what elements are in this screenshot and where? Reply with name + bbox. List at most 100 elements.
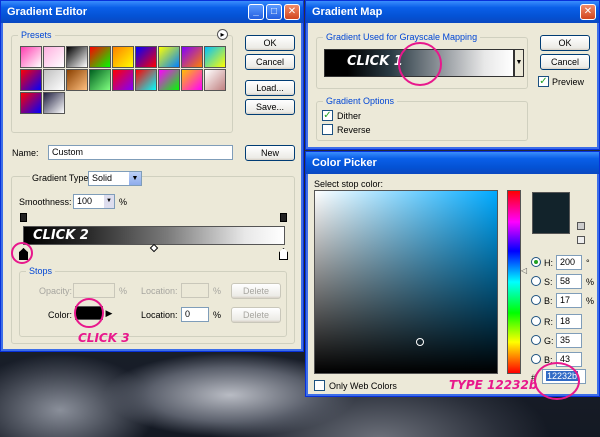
preset-swatch[interactable] (135, 69, 157, 91)
minimize-icon[interactable]: _ (248, 4, 264, 20)
preset-swatch[interactable] (66, 46, 88, 68)
web-safe-cube-icon[interactable] (577, 236, 585, 244)
smoothness-label: Smoothness: (19, 197, 72, 207)
only-web-colors-checkbox[interactable] (314, 380, 325, 391)
opacity-delete-button[interactable]: Delete (231, 283, 281, 299)
preset-swatch[interactable] (112, 69, 134, 91)
name-input[interactable]: Custom (48, 145, 233, 160)
smoothness-input[interactable]: 100 ▼ (73, 194, 115, 209)
preset-swatch[interactable] (112, 46, 134, 68)
color-field-input[interactable]: 35 (556, 333, 582, 348)
ok-button[interactable]: OK (540, 35, 590, 51)
preset-swatch[interactable] (204, 69, 226, 91)
preset-swatch[interactable] (89, 46, 111, 68)
color-delete-button[interactable]: Delete (231, 307, 281, 323)
color-field-input[interactable]: 17 (556, 293, 582, 308)
ok-button[interactable]: OK (245, 35, 295, 51)
save-button[interactable]: Save... (245, 99, 295, 115)
preset-swatch[interactable] (66, 69, 88, 91)
color-location-unit: % (213, 310, 222, 320)
grayscale-mapping-label: Gradient Used for Grayscale Mapping (323, 32, 481, 42)
gradient-editor-titlebar[interactable]: Gradient Editor _ □ ✕ (1, 1, 303, 23)
preset-swatch[interactable] (20, 69, 42, 91)
color-mode-radio[interactable] (531, 354, 541, 364)
opacity-stop-right-icon[interactable] (280, 213, 287, 222)
maximize-icon[interactable]: □ (266, 4, 282, 20)
color-picker-window: Color Picker Select stop color: ◁ H: 200 °… (305, 151, 600, 397)
preset-swatch[interactable] (158, 46, 180, 68)
current-color-preview (532, 192, 570, 234)
click-3-ring (74, 298, 104, 328)
opacity-input[interactable] (73, 283, 115, 298)
preset-swatch[interactable] (89, 69, 111, 91)
gradient-type-select[interactable]: Solid ▼ (88, 171, 142, 186)
color-field-input[interactable]: 58 (556, 274, 582, 289)
hue-slider[interactable] (507, 190, 521, 374)
preset-swatch[interactable] (181, 69, 203, 91)
gradient-map-titlebar[interactable]: Gradient Map ✕ (306, 1, 599, 23)
close-icon[interactable]: ✕ (580, 4, 596, 20)
gradient-dropdown-arrow-icon[interactable]: ▼ (514, 49, 524, 77)
color-mode-radio[interactable] (531, 335, 541, 345)
color-picker-titlebar[interactable]: Color Picker (306, 152, 599, 174)
gamut-warning-icon[interactable] (577, 222, 585, 230)
color-field-label: H: (544, 258, 553, 268)
presets-group: Presets ▸ (11, 29, 233, 133)
dither-checkbox[interactable]: ✓ (322, 110, 333, 121)
color-label: Color: (48, 310, 73, 320)
smoothness-value: 100 (77, 196, 93, 206)
new-button[interactable]: New (245, 145, 295, 161)
opacity-stop-left-icon[interactable] (20, 213, 27, 222)
stops-label: Stops (26, 266, 56, 276)
color-mode-radio[interactable] (531, 295, 541, 305)
preview-checkbox[interactable]: ✓ (538, 76, 549, 87)
click-2-ring (11, 242, 33, 264)
smoothness-unit: % (119, 197, 128, 207)
color-mode-radio[interactable] (531, 316, 541, 326)
color-field-input[interactable]: 18 (556, 314, 582, 329)
preset-swatch[interactable] (204, 46, 226, 68)
gradient-map-window: Gradient Map ✕ Gradient Used for Graysca… (305, 0, 600, 150)
reverse-checkbox[interactable] (322, 124, 333, 135)
click-3-annotation: CLICK 3 (78, 331, 130, 345)
color-field-label: S: (544, 277, 553, 287)
load-button[interactable]: Load... (245, 80, 295, 96)
type-hex-ring (534, 362, 580, 400)
color-mode-radio[interactable] (531, 276, 541, 286)
presets-menu-icon[interactable]: ▸ (217, 29, 228, 40)
gradient-type-value: Solid (92, 173, 113, 183)
color-field[interactable] (314, 190, 498, 374)
preset-swatch[interactable] (43, 92, 65, 114)
window-title: Gradient Editor (7, 6, 88, 18)
preset-swatch[interactable] (181, 46, 203, 68)
preset-swatch[interactable] (20, 46, 42, 68)
opacity-location-unit: % (213, 286, 222, 296)
preset-swatch-grid (20, 46, 226, 114)
click-1-ring (398, 42, 442, 86)
color-location-input[interactable]: 0 (181, 307, 209, 322)
close-icon[interactable]: ✕ (284, 4, 300, 20)
click-1-annotation: CLICK 1 (347, 54, 403, 69)
color-field-label: R: (544, 317, 553, 327)
window-title: Color Picker (312, 157, 377, 169)
opacity-location-label: Location: (141, 286, 178, 296)
color-field-unit: ° (586, 258, 590, 268)
preset-swatch[interactable] (20, 92, 42, 114)
hue-slider-arrow-icon[interactable]: ◁ (521, 266, 527, 275)
color-menu-arrow-icon[interactable]: ▶ (104, 306, 114, 320)
gradient-options-label: Gradient Options (323, 96, 398, 106)
color-field-label: G: (544, 336, 554, 346)
opacity-location-input[interactable] (181, 283, 209, 298)
color-field-input[interactable]: 200 (556, 255, 582, 270)
gradient-options-group: Gradient Options (316, 96, 528, 141)
preset-swatch[interactable] (43, 69, 65, 91)
color-mode-radio[interactable] (531, 257, 541, 267)
chevron-down-icon: ▼ (129, 172, 141, 185)
preset-swatch[interactable] (43, 46, 65, 68)
preset-swatch[interactable] (135, 46, 157, 68)
cancel-button[interactable]: Cancel (245, 54, 295, 70)
cancel-button[interactable]: Cancel (540, 54, 590, 70)
preset-swatch[interactable] (158, 69, 180, 91)
opacity-unit: % (119, 286, 128, 296)
color-location-label: Location: (141, 310, 178, 320)
